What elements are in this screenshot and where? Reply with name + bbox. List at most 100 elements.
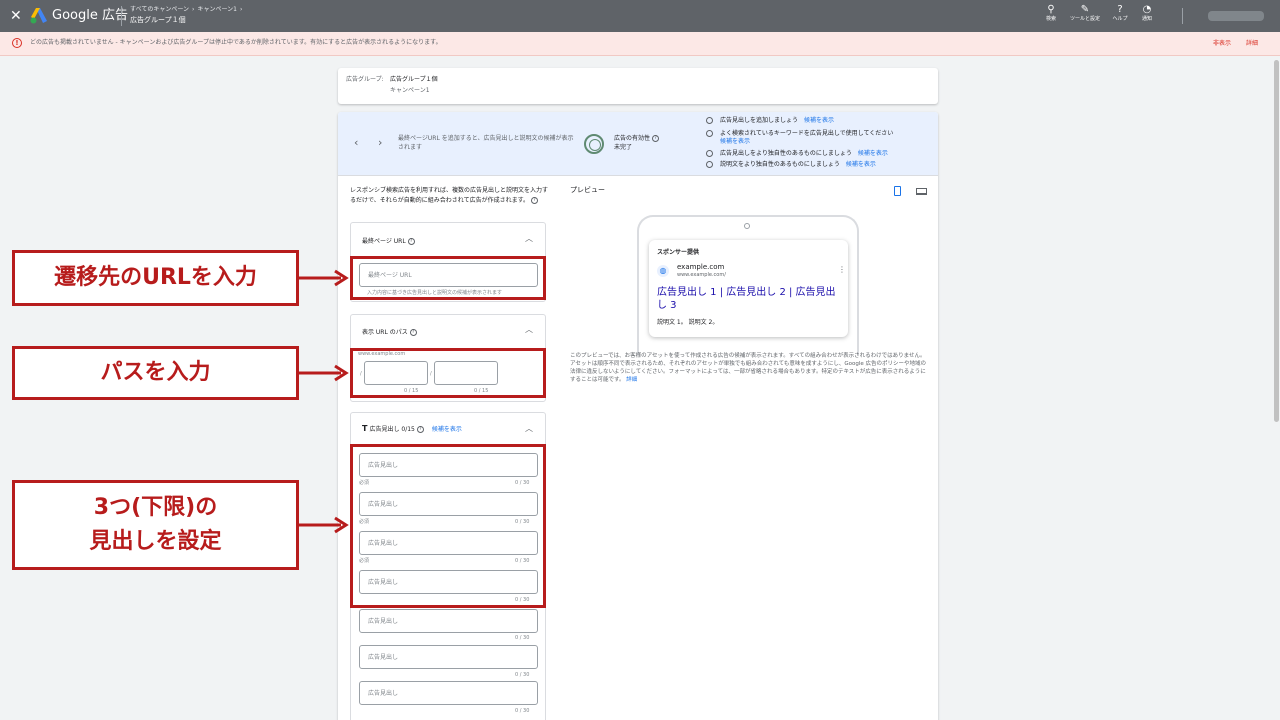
ad-editor-card: ‹ › 最終ページURL を追加すると、広告見出しと説明文の候補が表示されます … [338, 112, 938, 720]
preview-url: www.example.com/ [677, 272, 726, 278]
strength-message: 最終ページURL を追加すると、広告見出しと説明文の候補が表示されます [398, 135, 574, 151]
ad-strength-label-text: 広告の有効性 [614, 135, 651, 142]
headlines-title: T 広告見出し 0/15? 候補を表示 [362, 425, 462, 434]
display-path-title-text: 表示 URL のパス [362, 329, 408, 336]
headline-counter: 0 / 30 [515, 635, 530, 641]
chevron-up-icon[interactable]: ︿ [525, 235, 533, 243]
close-icon[interactable]: ✕ [10, 7, 22, 25]
ad-strength-label: 広告の有効性? [614, 135, 660, 143]
divider [1182, 8, 1183, 24]
hide-alert-link[interactable]: 非表示 [1213, 40, 1231, 48]
annotation-label-headlines: 3つ(下限)の 見出しを設定 [12, 480, 299, 570]
arrow-right-icon [299, 516, 349, 534]
tools-settings-button[interactable]: ✎ ツールと設定 [1068, 4, 1102, 22]
display-path-title: 表示 URL のパス? [362, 329, 417, 337]
preview-domain: example.com [677, 263, 725, 271]
help-icon[interactable]: ? [530, 197, 538, 204]
chevron-up-icon[interactable]: ︿ [525, 425, 533, 433]
suggestion-text: 説明文をより独自性のあるものにしましょう [720, 161, 840, 168]
annotation-box-url [350, 256, 546, 300]
show-suggestions-link[interactable]: 候補を表示 [804, 117, 834, 124]
headline-placeholder: 広告見出し [368, 618, 399, 625]
ad-group-key: 広告グループ: [346, 76, 384, 83]
chevron-right-icon: › [239, 6, 243, 13]
preview-description: 説明文 1。 説明文 2。 [657, 319, 719, 326]
chevron-right-icon: › [192, 6, 195, 13]
annotation-label-headlines-line2: 見出しを設定 [89, 529, 222, 554]
final-url-title: 最終ページ URL? [362, 238, 415, 246]
annotation-label-path: パスを入力 [12, 346, 299, 400]
show-suggestions-link[interactable]: 候補を表示 [858, 150, 888, 157]
help-icon[interactable]: ? [407, 238, 415, 245]
notifications-label: 通知 [1141, 16, 1152, 22]
search-button[interactable]: ⚲ 検索 [1036, 4, 1066, 22]
chevron-up-icon[interactable]: ︿ [525, 326, 533, 334]
help-icon: ? [1117, 4, 1123, 15]
alert-text: どの広告も掲載されていません - キャンペーンおよび広告グループは停止中であるか… [30, 39, 442, 46]
wrench-icon: ✎ [1080, 4, 1090, 15]
radio-circle-icon [706, 150, 713, 157]
annotation-box-path [350, 348, 546, 398]
radio-circle-icon [706, 117, 713, 124]
preview-title: プレビュー [570, 186, 605, 194]
help-label: ヘルプ [1112, 16, 1128, 22]
page-title: 広告グループ１個 [130, 16, 186, 24]
globe-icon: ◍ [657, 265, 669, 277]
headlines-title-text: 広告見出し 0/15 [369, 426, 415, 433]
headline-placeholder: 広告見出し [368, 654, 399, 661]
bell-icon: ◔ [1142, 4, 1152, 15]
account-switcher[interactable] [1208, 11, 1264, 21]
headline-counter: 0 / 30 [515, 708, 530, 714]
breadcrumb: すべてのキャンペーン › キャンペーン1 › [130, 6, 245, 14]
show-suggestions-link[interactable]: 候補を表示 [720, 138, 750, 146]
ad-preview-card: スポンサー提供 ◍ example.com www.example.com/ ⋮… [649, 240, 848, 337]
help-button[interactable]: ? ヘルプ [1105, 4, 1135, 22]
learn-more-link[interactable]: 詳細 [626, 377, 637, 383]
preview-note-text: このプレビューでは、お客様のアセットを使って作成される広告の候補が表示されます。… [570, 353, 926, 383]
intro-body: レスポンシブ検索広告を利用すれば、複数の広告見出しと説明文を入力するだけで、それ… [350, 187, 549, 204]
ad-strength-panel: ‹ › 最終ページURL を追加すると、広告見出しと説明文の候補が表示されます … [338, 112, 938, 176]
breadcrumb-all-campaigns[interactable]: すべてのキャンペーン [130, 6, 189, 13]
desktop-preview-icon[interactable] [916, 188, 927, 195]
ad-strength-ring-icon [584, 134, 604, 154]
preview-headline: 広告見出し 1 | 広告見出し 2 | 広告見出し 3 [657, 287, 836, 311]
chevron-left-icon[interactable]: ‹ [354, 136, 358, 150]
annotation-box-headlines [350, 444, 546, 608]
annotation-label-headlines-line1: 3つ(下限)の [93, 495, 218, 520]
text-format-icon: T [362, 424, 368, 433]
headline-5-input[interactable]: 広告見出し [359, 609, 538, 633]
annotation-label-url: 遷移先のURLを入力 [12, 250, 299, 306]
divider [121, 6, 122, 26]
radio-circle-icon [706, 130, 713, 137]
help-icon[interactable]: ? [416, 426, 424, 433]
campaign-name: キャンペーン1 [390, 87, 430, 94]
headline-6-input[interactable]: 広告見出し [359, 645, 538, 669]
headline-placeholder: 広告見出し [368, 690, 399, 697]
ad-group-name: 広告グループ１個 [390, 76, 438, 83]
show-suggestions-link[interactable]: 候補を表示 [846, 161, 876, 168]
phone-camera [744, 223, 750, 229]
brand-name: Google 広告 [52, 8, 128, 23]
alert-details-link[interactable]: 詳細 [1246, 40, 1258, 48]
mobile-preview-icon[interactable] [894, 186, 901, 196]
more-vert-icon[interactable]: ⋮ [838, 266, 846, 274]
notifications-button[interactable]: ◔ 通知 [1132, 4, 1162, 22]
help-icon[interactable]: ? [409, 329, 417, 336]
suggestion-text: 広告見出しをより独自性のあるものにしましょう [720, 150, 852, 157]
search-label: 検索 [1045, 16, 1056, 22]
arrow-right-icon [299, 269, 349, 287]
headline-counter: 0 / 30 [515, 672, 530, 678]
scrollbar-thumb[interactable] [1274, 60, 1279, 422]
alert-banner: ! どの広告も掲載されていません - キャンペーンおよび広告グループは停止中であ… [0, 32, 1280, 56]
show-headline-suggestions-link[interactable]: 候補を表示 [432, 426, 462, 433]
alert-icon: ! [12, 38, 22, 48]
headline-7-input[interactable]: 広告見出し [359, 681, 538, 705]
arrow-right-icon [299, 364, 349, 382]
chevron-right-icon[interactable]: › [378, 136, 382, 150]
preview-note: このプレビューでは、お客様のアセットを使って作成される広告の候補が表示されます。… [570, 352, 930, 384]
top-app-bar: ✕ Google 広告 すべてのキャンペーン › キャンペーン1 › 広告グループ１個… [0, 0, 1280, 32]
breadcrumb-campaign[interactable]: キャンペーン1 [197, 6, 237, 13]
help-icon[interactable]: ? [652, 135, 660, 142]
ad-strength-value: 未完了 [614, 144, 633, 151]
radio-circle-icon [706, 161, 713, 168]
